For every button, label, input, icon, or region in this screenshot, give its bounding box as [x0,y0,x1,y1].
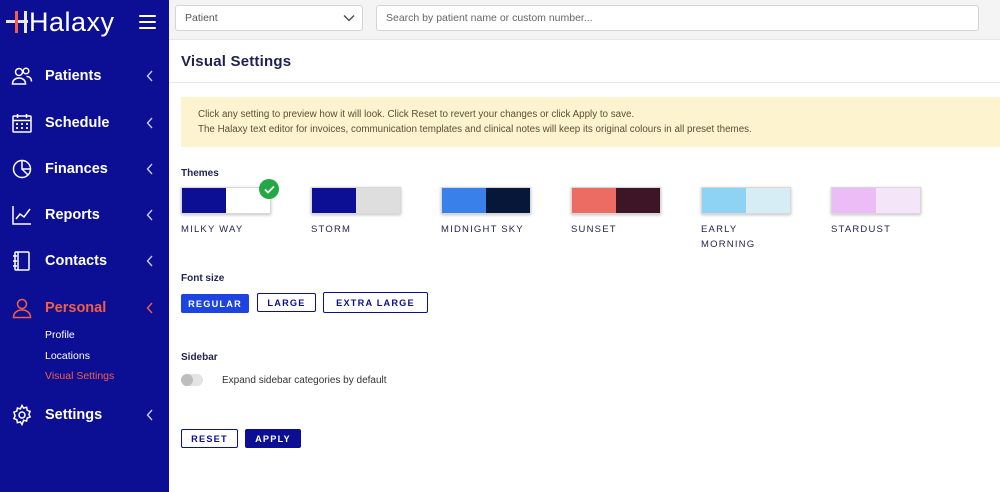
divider [169,82,1000,83]
toggle-knob [181,374,193,386]
themes-label: Themes [181,168,219,179]
font-size-extra-large-button[interactable]: EXTRA LARGE [323,292,428,313]
theme-swatch [181,187,271,214]
chevron-left-icon [146,255,153,267]
checkmark-icon [259,179,279,199]
font-size-large-button[interactable]: LARGE [257,293,316,312]
theme-swatch [441,187,531,214]
sidebar-item-settings[interactable]: Settings [0,400,169,430]
gear-icon [12,404,32,426]
chevron-left-icon [146,163,153,175]
page-title: Visual Settings [181,53,292,70]
chevron-left-icon [146,117,153,129]
sidebar-item-label: Reports [45,207,100,223]
address-book-icon [13,251,30,271]
sidebar-item-label: Personal [45,300,107,316]
logo-text: Halaxy [29,6,115,37]
hamburger-menu-icon[interactable] [139,15,156,29]
theme-swatch [311,187,401,214]
sidebar-item-reports[interactable]: Reports [0,200,169,230]
chevron-left-icon [146,70,153,82]
sidebar-subitem-profile[interactable]: Profile [45,329,75,341]
logo-mark-icon [6,9,28,35]
pie-chart-icon [12,159,32,179]
sidebar-item-label: Schedule [45,115,110,131]
theme-swatch [831,187,921,214]
sidebar-item-contacts[interactable]: Contacts [0,246,169,276]
apply-button[interactable]: APPLY [245,429,301,448]
sidebar-item-finances[interactable]: Finances [0,154,169,184]
patient-select-value: Patient [185,12,218,24]
theme-name: EARLY MORNING [701,224,756,250]
theme-name: STARDUST [831,224,892,235]
top-bar: Patient [169,0,1000,40]
sidebar-item-label: Settings [45,407,103,423]
sidebar-item-label: Contacts [45,253,108,269]
sidebar: Halaxy Patients Schedule Finances Report… [0,0,169,492]
line-chart-icon [12,206,31,225]
sidebar-subitem-locations[interactable]: Locations [45,350,90,362]
chevron-left-icon [146,209,153,221]
chevron-down-icon [343,15,355,22]
halaxy-logo[interactable]: Halaxy [6,6,115,38]
chevron-left-icon [146,302,153,314]
theme-name: SUNSET [571,224,617,235]
sidebar-item-label: Patients [45,68,102,84]
theme-name: STORM [311,224,352,235]
patient-select[interactable]: Patient [175,5,363,31]
reset-button[interactable]: RESET [181,429,238,448]
theme-swatch [571,187,661,214]
sidebar-setting-label: Sidebar [181,352,218,363]
person-icon [12,298,32,319]
chevron-left-icon [146,409,153,421]
sidebar-item-patients[interactable]: Patients [0,61,169,91]
sidebar-item-label: Finances [45,161,108,177]
calendar-icon [12,114,32,133]
font-size-label: Font size [181,273,225,284]
notice-line: Click any setting to preview how it will… [198,109,635,120]
font-size-regular-button[interactable]: REGULAR [181,294,249,313]
toggle-label: Expand sidebar categories by default [222,375,387,386]
theme-swatch [701,187,791,214]
main-content: Visual Settings Click any setting to pre… [169,41,1000,492]
search-input[interactable] [376,5,979,31]
users-icon [11,67,33,85]
theme-name: MILKY WAY [181,224,244,235]
sidebar-item-personal[interactable]: Personal [0,293,169,323]
expand-sidebar-toggle[interactable] [181,374,203,386]
info-notice: Click any setting to preview how it will… [181,97,1000,147]
sidebar-item-schedule[interactable]: Schedule [0,108,169,138]
theme-name: MIDNIGHT SKY [441,224,524,235]
notice-line: The Halaxy text editor for invoices, com… [198,124,752,135]
sidebar-subitem-visual-settings[interactable]: Visual Settings [45,370,114,382]
